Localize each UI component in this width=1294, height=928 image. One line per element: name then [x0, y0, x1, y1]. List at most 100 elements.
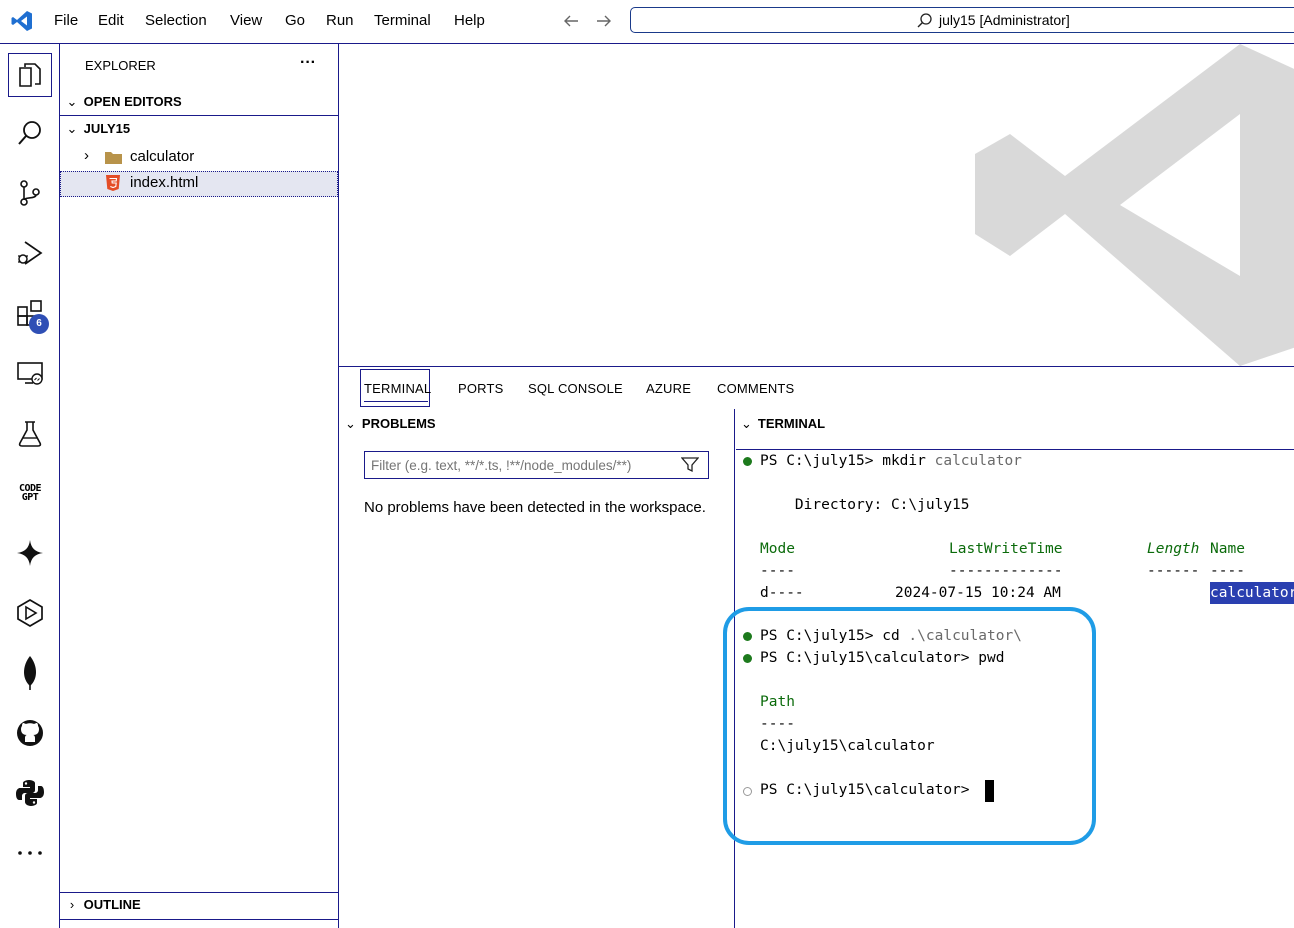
tab-comments[interactable]: COMMENTS — [717, 381, 794, 396]
explorer-more-button[interactable]: ··· — [300, 54, 316, 72]
tree-item-label: index.html — [130, 174, 199, 191]
more-activity-button[interactable] — [12, 835, 48, 871]
tree-item-calculator[interactable]: › calculator — [60, 145, 338, 169]
dash-length: ------ — [1147, 563, 1200, 579]
dash-name: ---- — [1210, 563, 1245, 579]
menu-edit[interactable]: Edit — [98, 12, 124, 29]
remote-explorer-icon — [17, 362, 43, 385]
col-length: Length — [1147, 541, 1200, 557]
problems-filter-input[interactable] — [371, 455, 671, 475]
testing-activity-button[interactable] — [12, 415, 48, 451]
row-lastwritetime: 2024-07-15 10:24 AM — [895, 585, 1061, 601]
menu-view[interactable]: View — [230, 12, 262, 29]
terminal-header-border — [736, 449, 1294, 450]
explorer-sidebar: EXPLORER ··· ⌄ OPEN EDITORS ⌄ JULY15 › c… — [60, 44, 339, 928]
chevron-down-icon: ⌄ — [66, 121, 78, 136]
problems-empty-message: No problems have been detected in the wo… — [364, 499, 706, 516]
problems-filter[interactable] — [364, 451, 709, 479]
tab-terminal[interactable]: TERMINAL — [364, 381, 431, 396]
open-editors-section[interactable]: ⌄ OPEN EDITORS — [60, 93, 338, 116]
active-tab-underline — [364, 401, 428, 402]
remote-explorer-activity-button[interactable] — [12, 355, 48, 391]
run-debug-icon — [18, 241, 43, 265]
problems-title: PROBLEMS — [361, 416, 436, 431]
python-icon — [16, 780, 44, 806]
command: mkdir — [882, 453, 926, 469]
col-mode: Mode — [760, 541, 795, 557]
codegpt-label: GPT — [21, 492, 39, 503]
highlight-annotation — [723, 607, 1096, 845]
extensions-activity-button[interactable]: 6 — [12, 295, 49, 334]
folder-icon — [105, 152, 122, 164]
terminal-title: TERMINAL — [757, 416, 826, 431]
menu-file[interactable]: File — [54, 12, 78, 29]
search-icon — [917, 13, 932, 28]
outline-section[interactable]: › OUTLINE — [60, 892, 338, 920]
problems-header[interactable]: ⌄ PROBLEMS — [345, 416, 436, 432]
command-center-text: july15 [Administrator] — [939, 12, 1070, 28]
search-icon — [18, 121, 41, 145]
chevron-down-icon: ⌄ — [345, 416, 356, 431]
title-bar: File Edit Selection View Go Run Terminal… — [0, 0, 1294, 44]
activity-bar: 6 CODE GPT — [0, 44, 60, 928]
prompt: PS C:\july15> — [760, 453, 883, 469]
mongodb-activity-button[interactable] — [12, 655, 48, 691]
github-icon — [17, 720, 43, 746]
col-lastwritetime: LastWriteTime — [949, 541, 1063, 557]
dash-lastwritetime: ------------- — [949, 563, 1063, 579]
more-icon — [18, 851, 42, 855]
outline-label: OUTLINE — [83, 897, 141, 912]
menu-go[interactable]: Go — [285, 12, 305, 29]
workspace-folder-section[interactable]: ⌄ JULY15 — [60, 120, 338, 140]
forward-arrow-icon[interactable] — [595, 13, 613, 29]
tab-ports[interactable]: PORTS — [458, 381, 504, 396]
dash-mode: ---- — [760, 563, 795, 579]
editor-area — [339, 44, 1294, 367]
sparkle-icon — [17, 540, 43, 566]
gemini-activity-button[interactable] — [12, 535, 48, 571]
workspace-folder-label: JULY15 — [83, 121, 131, 136]
codegpt-activity-button[interactable]: CODE GPT — [12, 475, 48, 511]
github-activity-button[interactable] — [12, 715, 48, 751]
explorer-title: EXPLORER — [85, 58, 156, 73]
terminal-line-1: PS C:\july15> mkdir calculator — [760, 453, 1022, 469]
menu-help[interactable]: Help — [454, 12, 485, 29]
html5-icon — [106, 175, 120, 191]
chevron-right-icon: › — [84, 147, 89, 164]
tree-item-index-html[interactable]: index.html — [60, 171, 338, 197]
extensions-badge: 6 — [29, 314, 49, 334]
flask-icon — [18, 421, 42, 447]
tab-sql-console[interactable]: SQL CONSOLE — [528, 381, 623, 396]
back-arrow-icon[interactable] — [562, 13, 580, 29]
command-arg: calculator — [925, 453, 1022, 469]
files-icon — [19, 63, 41, 87]
chevron-right-icon: › — [69, 897, 75, 912]
col-name: Name — [1210, 541, 1245, 557]
terminal-header[interactable]: ⌄ TERMINAL — [741, 416, 825, 432]
source-control-icon — [20, 180, 40, 206]
filter-icon[interactable] — [681, 457, 699, 473]
menu-terminal[interactable]: Terminal — [374, 12, 431, 29]
python-activity-button[interactable] — [12, 775, 48, 811]
open-editors-label: OPEN EDITORS — [83, 94, 182, 109]
chevron-down-icon: ⌄ — [66, 94, 78, 109]
playwright-activity-button[interactable] — [12, 595, 48, 631]
run-debug-activity-button[interactable] — [12, 235, 48, 271]
menu-selection[interactable]: Selection — [145, 12, 207, 29]
vscode-logo-icon — [11, 11, 32, 31]
menu-run[interactable]: Run — [326, 12, 354, 29]
tab-azure[interactable]: AZURE — [646, 381, 691, 396]
row-mode: d---- — [760, 585, 804, 601]
command-success-icon[interactable] — [743, 457, 752, 466]
command-center[interactable]: july15 [Administrator] — [630, 7, 1294, 33]
chevron-down-icon: ⌄ — [741, 416, 752, 431]
row-name-selection: calculator — [1210, 582, 1294, 604]
search-activity-button[interactable] — [12, 115, 48, 151]
cube-play-icon — [17, 599, 43, 627]
source-control-activity-button[interactable] — [12, 175, 48, 211]
terminal-directory-line: Directory: C:\july15 — [760, 497, 970, 513]
vscode-watermark-icon — [975, 44, 1294, 366]
explorer-activity-button[interactable] — [8, 53, 52, 97]
tree-item-label: calculator — [130, 148, 195, 165]
leaf-icon — [24, 656, 36, 690]
